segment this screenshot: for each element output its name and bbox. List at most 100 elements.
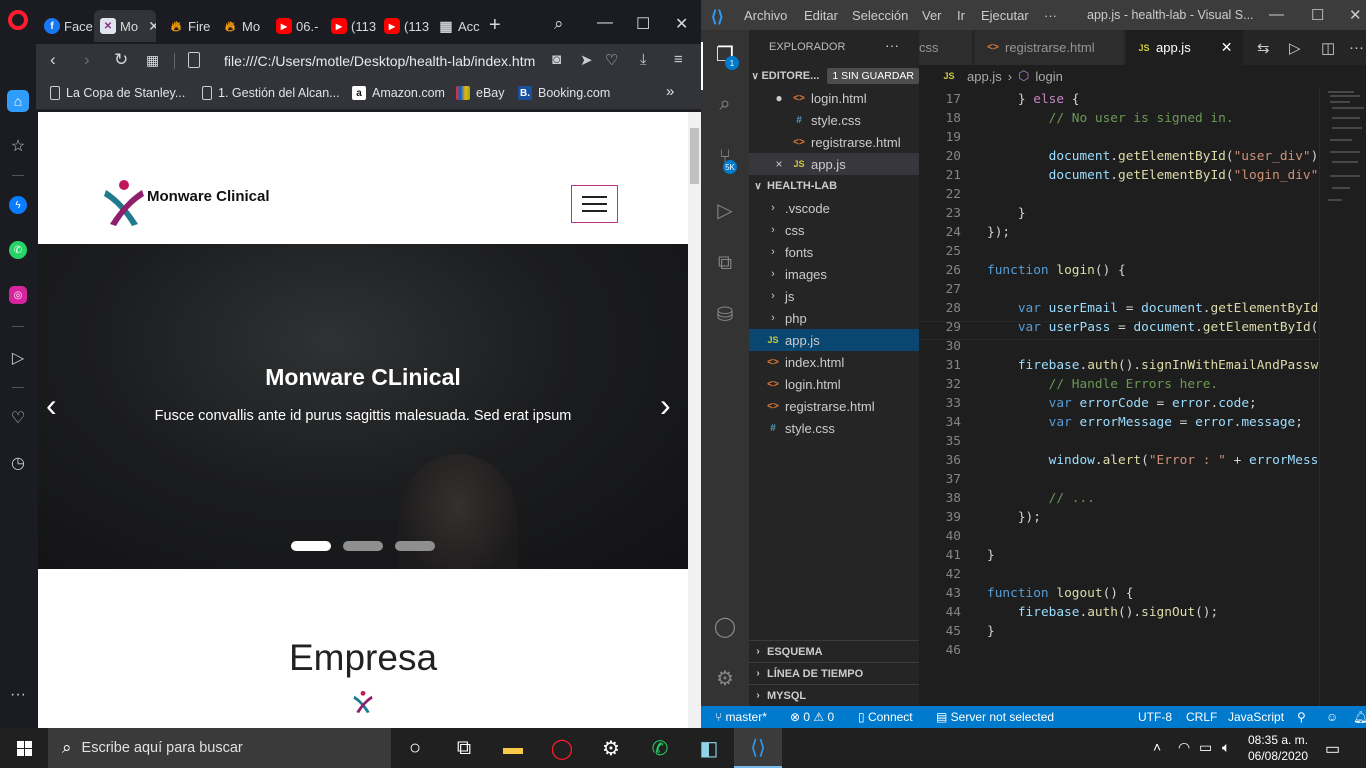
carousel-indicator-3[interactable] — [395, 541, 435, 551]
more-bookmarks-chevron-icon[interactable]: » — [666, 83, 674, 100]
eol-status[interactable]: CRLF — [1186, 710, 1217, 724]
opera-taskbar-icon[interactable]: ◯ — [538, 728, 586, 768]
project-section[interactable]: ∨ HEALTH-LAB — [749, 175, 919, 197]
history-clock-icon[interactable]: ◷ — [7, 452, 29, 474]
timeline-section[interactable]: › LÍNEA DE TIEMPO — [749, 662, 919, 684]
minimize-icon[interactable]: — — [597, 14, 613, 32]
open-editor-style-css[interactable]: # style.css — [749, 109, 919, 131]
search-tabs-icon[interactable]: ⌕ — [554, 14, 564, 34]
opera-logo-icon[interactable] — [8, 10, 28, 30]
tab-facebook[interactable]: f Face — [38, 10, 94, 42]
menu-ir[interactable]: Ir — [957, 8, 965, 23]
reload-icon[interactable]: ↻ — [114, 50, 128, 70]
start-button[interactable] — [0, 728, 48, 768]
server-status[interactable]: ▤ Server not selected — [936, 710, 1054, 724]
minimize-icon[interactable]: — — [1269, 6, 1284, 23]
open-editors-section[interactable]: ∨ EDITORE... 1 SIN GUARDAR — [749, 65, 919, 87]
menu-seleccion[interactable]: Selección — [852, 8, 908, 23]
send-flow-icon[interactable]: ▷ — [7, 347, 29, 369]
heart-icon[interactable]: ♡ — [7, 407, 29, 429]
messenger-icon[interactable]: ϟ — [9, 196, 27, 214]
split-editor-icon[interactable]: ◫ — [1321, 39, 1335, 57]
breadcrumb-symbol[interactable]: login — [1035, 69, 1062, 84]
extensions-icon[interactable]: ⧉ — [713, 251, 737, 275]
tab-youtube-2[interactable]: ▶ (113 — [325, 10, 379, 42]
folder-images[interactable]: › images — [749, 263, 919, 285]
folder-fonts[interactable]: › fonts — [749, 241, 919, 263]
snapshot-camera-icon[interactable]: ◙ — [552, 51, 561, 68]
bookmarks-star-icon[interactable]: ☆ — [7, 135, 29, 157]
file-explorer-icon[interactable]: ▬ — [489, 728, 537, 768]
more-actions-icon[interactable]: ··· — [1349, 39, 1364, 56]
volume-icon[interactable]: 🔈︎ — [1222, 739, 1230, 756]
run-debug-icon[interactable]: ▷ — [713, 198, 737, 222]
scrollbar-thumb[interactable] — [690, 128, 699, 184]
close-icon[interactable]: ✕ — [148, 18, 156, 35]
tab-registrarse-html[interactable]: <> registrarse.html — [975, 30, 1125, 65]
outline-section[interactable]: › ESQUEMA — [749, 640, 919, 662]
app-pad-icon[interactable]: ◧ — [685, 728, 733, 768]
minimap[interactable] — [1319, 87, 1366, 706]
mysql-section[interactable]: › MYSQL — [749, 684, 919, 706]
file-app-js[interactable]: JS app.js — [749, 329, 919, 351]
unsaved-dot-icon[interactable]: ● — [771, 91, 787, 105]
tab-app-js[interactable]: JS app.js ✕ — [1126, 30, 1244, 65]
battery-icon[interactable]: ▭ — [1199, 739, 1212, 756]
folder-vscode[interactable]: › .vscode — [749, 197, 919, 219]
cortana-icon[interactable]: ○ — [391, 728, 439, 768]
account-icon[interactable]: ◯ — [713, 614, 737, 638]
action-center-icon[interactable]: ▭ — [1325, 739, 1340, 759]
whatsapp-icon[interactable]: ✆ — [9, 241, 27, 259]
notifications-bell-icon[interactable]: 🔔︎ — [1353, 710, 1366, 724]
tab-monware[interactable]: ✕ Mo ✕ — [94, 10, 156, 42]
more-options-icon[interactable]: ··· — [7, 684, 29, 706]
page-scrollbar[interactable] — [688, 112, 701, 728]
hamburger-menu-button[interactable] — [571, 185, 618, 223]
tab-css[interactable]: css — [919, 30, 973, 65]
tray-chevron-up-icon[interactable]: ˄ — [1153, 739, 1161, 755]
connect-status[interactable]: ▯ Connect — [858, 710, 913, 724]
settings-gear-icon[interactable]: ⚙ — [587, 728, 635, 768]
formatter-icon[interactable]: ⚲ — [1297, 710, 1306, 724]
close-icon[interactable]: ✕ — [1221, 39, 1233, 56]
breadcrumb-file[interactable]: app.js — [967, 69, 1002, 84]
maximize-icon[interactable]: ☐ — [1311, 6, 1324, 24]
more-actions-icon[interactable]: ··· — [885, 37, 899, 53]
tab-youtube-3[interactable]: ▶ (113 — [378, 10, 432, 42]
heart-icon[interactable]: ♡ — [605, 51, 618, 69]
monware-logo-icon[interactable] — [102, 178, 146, 228]
download-icon[interactable]: ⤓ — [640, 51, 647, 68]
system-clock[interactable]: 08:35 a. m. 06/08/2020 — [1245, 732, 1311, 764]
instagram-icon[interactable]: ◎ — [9, 286, 27, 304]
bookmark-item[interactable]: La Copa de Stanley... — [50, 86, 185, 100]
speed-dial-home-icon[interactable]: ⌂ — [7, 90, 29, 112]
back-icon[interactable]: ‹ — [50, 50, 56, 70]
menu-editar[interactable]: Editar — [804, 8, 838, 23]
bookmark-item[interactable]: 1. Gestión del Alcan... — [202, 86, 340, 100]
forward-icon[interactable]: › — [84, 50, 90, 70]
folder-css[interactable]: › css — [749, 219, 919, 241]
tabs-grid-icon[interactable]: ▦ — [146, 52, 159, 69]
close-icon[interactable]: × — [771, 157, 787, 171]
encoding-status[interactable]: UTF-8 — [1138, 710, 1172, 724]
carousel-prev-icon[interactable]: ‹ — [46, 387, 57, 424]
tab-accounts[interactable]: ▦ Acc — [432, 10, 482, 42]
easy-setup-icon[interactable]: ≡ — [674, 51, 683, 68]
send-icon[interactable]: ➤ — [580, 51, 593, 69]
maximize-icon[interactable]: ☐ — [636, 14, 650, 34]
whatsapp-icon[interactable]: ✆ — [636, 728, 684, 768]
carousel-next-icon[interactable]: › — [660, 387, 671, 424]
menu-ver[interactable]: Ver — [922, 8, 942, 23]
file-login-html[interactable]: <> login.html — [749, 373, 919, 395]
file-style-css[interactable]: # style.css — [749, 417, 919, 439]
compare-changes-icon[interactable]: ⇆ — [1257, 39, 1270, 57]
open-editor-login-html[interactable]: ● <> login.html — [749, 87, 919, 109]
open-editor-app-js[interactable]: × JS app.js — [749, 153, 919, 175]
open-editor-registrarse-html[interactable]: <> registrarse.html — [749, 131, 919, 153]
bookmark-item[interactable]: eBay — [456, 86, 505, 100]
carousel-indicator-2[interactable] — [343, 541, 383, 551]
close-window-icon[interactable]: ✕ — [675, 14, 688, 34]
run-icon[interactable]: ▷ — [1289, 39, 1301, 57]
new-tab-plus-icon[interactable]: + — [489, 14, 501, 37]
menu-more[interactable]: ··· — [1044, 8, 1057, 23]
